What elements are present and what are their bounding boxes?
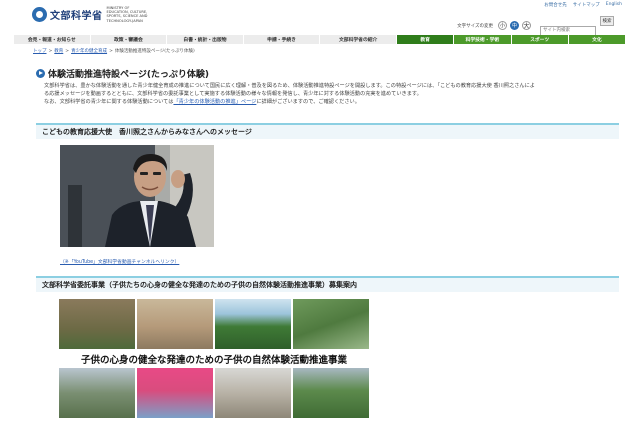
- mext-logo-icon: [32, 6, 47, 22]
- nav-item-education[interactable]: 教育: [397, 35, 455, 44]
- page-title: 体験活動推進特設ページ(たっぷり体験): [36, 67, 209, 80]
- nav-item-culture[interactable]: 文化: [568, 35, 626, 44]
- banner-photo: [59, 368, 135, 418]
- portrait-image: [60, 145, 214, 247]
- breadcrumb-youth[interactable]: 青少年の健全育成: [71, 49, 107, 54]
- text-size-large-button[interactable]: 大: [522, 21, 531, 31]
- youtube-link[interactable]: （※「YouTube」文部科学省動画チャンネルへリンク）: [60, 258, 179, 265]
- text-size-small-button[interactable]: 小: [498, 21, 507, 31]
- page-title-text: 体験活動推進特設ページ(たっぷり体験): [48, 70, 210, 80]
- search-input[interactable]: [540, 25, 596, 36]
- video-thumbnail[interactable]: [60, 145, 214, 247]
- section-heading-message: こどもの教育応援大使 香川照之さんからみなさんへのメッセージ: [36, 123, 619, 139]
- global-nav: 会見・報道・お知らせ 政策・審議会 白書・統計・出版物 申請・手続き 文部科学省…: [14, 35, 626, 44]
- nav-left-group: 会見・報道・お知らせ 政策・審議会 白書・統計・出版物 申請・手続き 文部科学省…: [14, 35, 397, 44]
- banner-caption: 子供の心身の健全な発達のための子供の自然体験活動推進事業: [80, 354, 347, 366]
- breadcrumb: トップ > 教育 > 青少年の健全育成 > 体験活動推進特設ページ(たっぷり体験): [33, 49, 195, 54]
- banner-photo: [215, 368, 291, 418]
- text-size-medium-button[interactable]: 中: [510, 21, 519, 31]
- banner-photo: [293, 368, 369, 418]
- intro-line-2: る応援メッセージを動画するとともに、文部科学省の委託事業として実施する体験活動の…: [44, 91, 422, 97]
- nav-item-policy[interactable]: 政策・審議会: [90, 35, 168, 44]
- english-link[interactable]: English: [606, 2, 622, 8]
- nature-activity-banner[interactable]: 子供の心身の健全な発達のための子供の自然体験活動推進事業: [59, 299, 369, 418]
- contact-link[interactable]: お問合せ先: [544, 2, 567, 8]
- search-button[interactable]: 検索: [600, 16, 614, 26]
- banner-photos-top: [59, 299, 369, 349]
- intro-text: 文部科学省は、豊かな体験活動を通した青少年健全育成の推進について国民に広く理解・…: [44, 82, 618, 106]
- banner-photos-bottom: [59, 368, 369, 418]
- page-frame: お問合せ先 サイトマップ English 文部科学省 MINISTRY OF E…: [14, 0, 626, 426]
- breadcrumb-current: 体験活動推進特設ページ(たっぷり体験): [114, 49, 195, 54]
- nav-item-press[interactable]: 会見・報道・お知らせ: [14, 35, 91, 44]
- nav-item-science[interactable]: 科学技術・学術: [454, 35, 512, 44]
- nav-item-whitepaper[interactable]: 白書・統計・出版物: [167, 35, 244, 44]
- header-tools: 文字サイズの変更 小 中 大 検索: [457, 16, 614, 36]
- intro-line-3-post: に詳細がございますので、ご確認ください。: [256, 99, 360, 105]
- intro-line-3: なお、文部科学省の青少年に関する体験活動については「青少年の体験活動の推進」ペー…: [44, 98, 618, 106]
- banner-photo: [215, 299, 291, 349]
- banner-photo: [137, 299, 213, 349]
- nav-item-about[interactable]: 文部科学省の紹介: [320, 35, 397, 44]
- nav-item-application[interactable]: 申請・手続き: [243, 35, 321, 44]
- title-arrow-icon: [36, 69, 45, 78]
- banner-photo: [137, 368, 213, 418]
- intro-line-3-pre: なお、文部科学省の青少年に関する体験活動については: [44, 99, 174, 105]
- text-size-label: 文字サイズの変更: [457, 23, 493, 29]
- banner-photo: [59, 299, 135, 349]
- utility-links: お問合せ先 サイトマップ English: [544, 2, 622, 8]
- section-heading-recruitment: 文部科学省委託事業（子供たちの心身の健全な発達のための子供の自然体験活動推進事業…: [36, 276, 619, 292]
- logo-english-text: MINISTRY OF EDUCATION, CULTURE, SPORTS, …: [106, 6, 148, 23]
- logo-text: 文部科学省: [50, 10, 103, 22]
- nav-item-sports[interactable]: スポーツ: [511, 35, 569, 44]
- intro-line-1: 文部科学省は、豊かな体験活動を通した青少年健全育成の推進について国民に広く理解・…: [44, 83, 535, 89]
- site-logo[interactable]: 文部科学省 MINISTRY OF EDUCATION, CULTURE, SP…: [32, 6, 151, 23]
- nav-right-group: 教育 科学技術・学術 スポーツ 文化: [397, 35, 626, 44]
- sitemap-link[interactable]: サイトマップ: [573, 2, 600, 8]
- breadcrumb-top[interactable]: トップ: [33, 49, 47, 54]
- youth-activity-page-link[interactable]: 「青少年の体験活動の推進」ページ: [173, 99, 256, 105]
- banner-photo: [293, 299, 369, 349]
- breadcrumb-education[interactable]: 教育: [54, 49, 63, 54]
